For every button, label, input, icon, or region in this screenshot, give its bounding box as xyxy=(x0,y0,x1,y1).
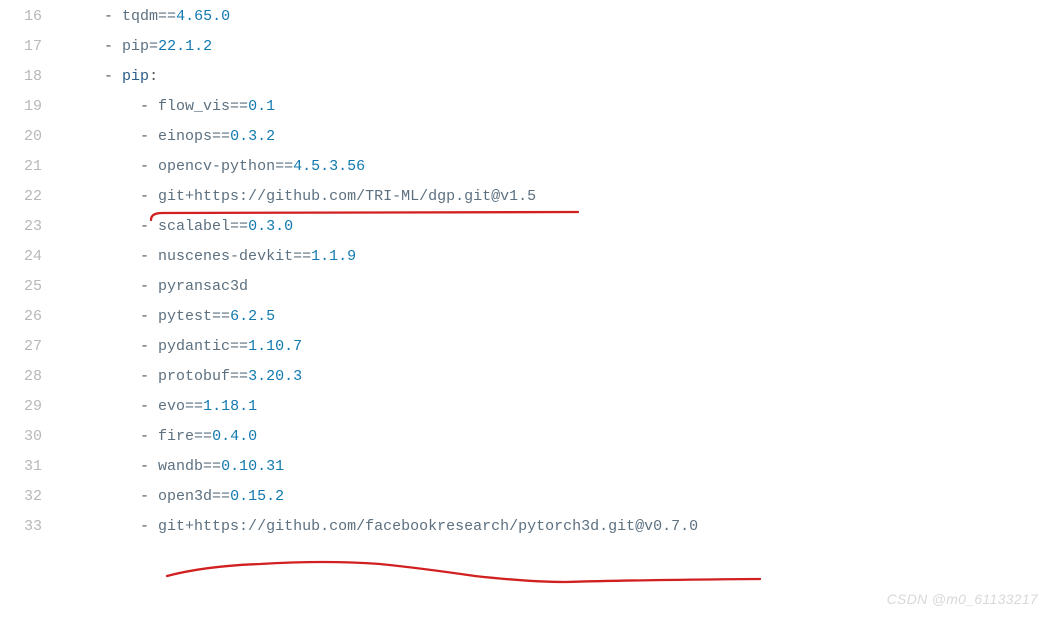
code-line[interactable]: 28 - protobuf==3.20.3 xyxy=(0,362,1056,392)
annotation-underline-2 xyxy=(165,558,765,588)
line-content: - pydantic==1.10.7 xyxy=(68,332,302,362)
line-number: 24 xyxy=(0,242,68,272)
line-number: 21 xyxy=(0,152,68,182)
code-block[interactable]: 16 - tqdm==4.65.017 - pip=22.1.218 - pip… xyxy=(0,0,1056,542)
line-content: - git+https://github.com/facebookresearc… xyxy=(68,512,698,542)
code-line[interactable]: 17 - pip=22.1.2 xyxy=(0,32,1056,62)
line-content: - wandb==0.10.31 xyxy=(68,452,284,482)
line-content: - pytest==6.2.5 xyxy=(68,302,275,332)
line-number: 18 xyxy=(0,62,68,92)
code-line[interactable]: 31 - wandb==0.10.31 xyxy=(0,452,1056,482)
line-number: 16 xyxy=(0,2,68,32)
code-line[interactable]: 27 - pydantic==1.10.7 xyxy=(0,332,1056,362)
line-content: - protobuf==3.20.3 xyxy=(68,362,302,392)
line-content: - nuscenes-devkit==1.1.9 xyxy=(68,242,356,272)
watermark: CSDN @m0_61133217 xyxy=(887,591,1038,607)
line-content: - opencv-python==4.5.3.56 xyxy=(68,152,365,182)
line-number: 30 xyxy=(0,422,68,452)
code-line[interactable]: 18 - pip: xyxy=(0,62,1056,92)
code-line[interactable]: 24 - nuscenes-devkit==1.1.9 xyxy=(0,242,1056,272)
line-content: - open3d==0.15.2 xyxy=(68,482,284,512)
line-content: - flow_vis==0.1 xyxy=(68,92,275,122)
line-number: 26 xyxy=(0,302,68,332)
line-content: - scalabel==0.3.0 xyxy=(68,212,293,242)
line-number: 31 xyxy=(0,452,68,482)
code-line[interactable]: 29 - evo==1.18.1 xyxy=(0,392,1056,422)
line-number: 27 xyxy=(0,332,68,362)
line-content: - pip: xyxy=(68,62,158,92)
code-line[interactable]: 33 - git+https://github.com/facebookrese… xyxy=(0,512,1056,542)
line-number: 25 xyxy=(0,272,68,302)
line-content: - tqdm==4.65.0 xyxy=(68,2,230,32)
code-line[interactable]: 22 - git+https://github.com/TRI-ML/dgp.g… xyxy=(0,182,1056,212)
line-number: 20 xyxy=(0,122,68,152)
code-line[interactable]: 32 - open3d==0.15.2 xyxy=(0,482,1056,512)
line-number: 29 xyxy=(0,392,68,422)
line-content: - pip=22.1.2 xyxy=(68,32,212,62)
code-line[interactable]: 30 - fire==0.4.0 xyxy=(0,422,1056,452)
line-content: - evo==1.18.1 xyxy=(68,392,257,422)
code-line[interactable]: 19 - flow_vis==0.1 xyxy=(0,92,1056,122)
line-number: 28 xyxy=(0,362,68,392)
line-number: 32 xyxy=(0,482,68,512)
line-number: 22 xyxy=(0,182,68,212)
code-line[interactable]: 16 - tqdm==4.65.0 xyxy=(0,2,1056,32)
line-number: 17 xyxy=(0,32,68,62)
line-content: - einops==0.3.2 xyxy=(68,122,275,152)
line-number: 33 xyxy=(0,512,68,542)
line-number: 23 xyxy=(0,212,68,242)
code-line[interactable]: 26 - pytest==6.2.5 xyxy=(0,302,1056,332)
code-line[interactable]: 23 - scalabel==0.3.0 xyxy=(0,212,1056,242)
code-line[interactable]: 21 - opencv-python==4.5.3.56 xyxy=(0,152,1056,182)
line-content: - pyransac3d xyxy=(68,272,248,302)
line-content: - git+https://github.com/TRI-ML/dgp.git@… xyxy=(68,182,536,212)
line-content: - fire==0.4.0 xyxy=(68,422,257,452)
line-number: 19 xyxy=(0,92,68,122)
code-line[interactable]: 20 - einops==0.3.2 xyxy=(0,122,1056,152)
code-line[interactable]: 25 - pyransac3d xyxy=(0,272,1056,302)
